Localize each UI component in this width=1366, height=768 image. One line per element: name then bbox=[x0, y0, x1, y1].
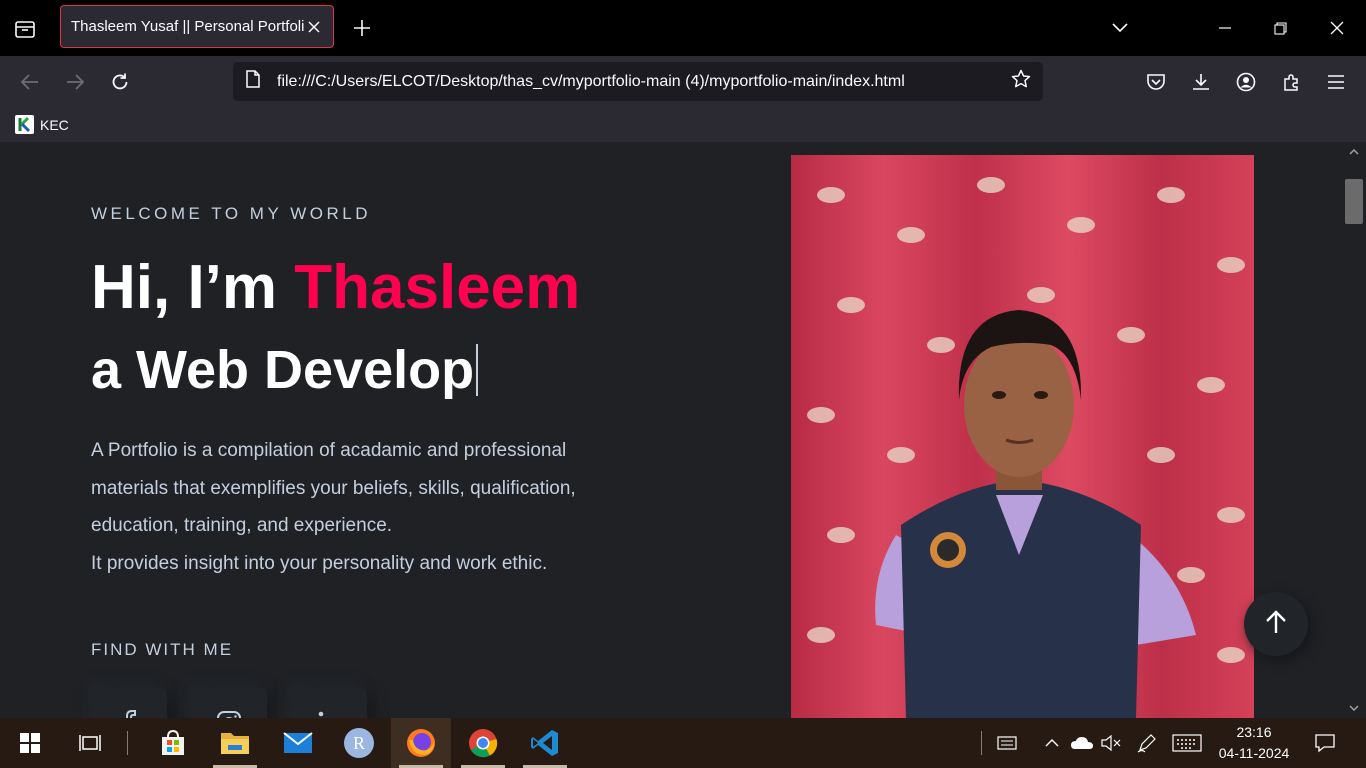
file-icon bbox=[245, 70, 261, 93]
account-icon[interactable] bbox=[1233, 69, 1259, 95]
clock-date: 04-11-2024 bbox=[1218, 745, 1290, 761]
arrow-up-icon bbox=[1263, 609, 1289, 640]
close-icon[interactable] bbox=[305, 18, 323, 36]
plus-icon[interactable] bbox=[350, 16, 374, 40]
taskbar-divider bbox=[981, 731, 982, 755]
bookmarks-toolbar: KEC bbox=[0, 108, 1366, 142]
hero-greeting: Hi, I’m bbox=[91, 253, 295, 322]
tab-bar: Thasleem Yusaf || Personal Portfolio bbox=[0, 0, 1366, 56]
close-icon[interactable] bbox=[1316, 0, 1358, 56]
welcome-heading: WELCOME TO MY WORLD bbox=[91, 204, 371, 223]
pen-icon[interactable] bbox=[1134, 718, 1160, 768]
windows-taskbar: R 23:16 04-11-2024 bbox=[0, 718, 1366, 768]
facebook-link[interactable] bbox=[91, 688, 167, 718]
profile-photo bbox=[791, 155, 1254, 718]
notification-icon[interactable] bbox=[1310, 718, 1340, 768]
r-app-icon[interactable]: R bbox=[329, 718, 389, 768]
url-text[interactable]: file:///C:/Users/ELCOT/Desktop/thas_cv/m… bbox=[277, 73, 1011, 91]
speaker-muted-icon[interactable] bbox=[1100, 718, 1124, 768]
description-paragraph: A Portfolio is a compilation of acadamic… bbox=[91, 440, 576, 536]
chevron-down-icon[interactable] bbox=[1104, 0, 1136, 56]
hero-title: Hi, I’m Thasleem bbox=[91, 252, 580, 323]
list-all-tabs-icon[interactable] bbox=[10, 14, 40, 44]
typed-text: a Web Develop bbox=[91, 340, 475, 400]
hero-description: A Portfolio is a compilation of acadamic… bbox=[91, 432, 631, 582]
windows-start-icon[interactable] bbox=[0, 718, 60, 768]
tab-title: Thasleem Yusaf || Personal Portfolio bbox=[71, 18, 305, 35]
linkedin-icon bbox=[317, 710, 341, 718]
bookmark-item[interactable]: KEC bbox=[15, 115, 69, 134]
star-icon[interactable] bbox=[1011, 69, 1031, 94]
extensions-icon[interactable] bbox=[1279, 69, 1305, 95]
chrome-icon[interactable] bbox=[453, 718, 513, 768]
vscode-icon[interactable] bbox=[515, 718, 575, 768]
typed-text-line: a Web Develop bbox=[91, 339, 479, 401]
linkedin-link[interactable] bbox=[291, 688, 367, 718]
back-arrow-icon[interactable] bbox=[17, 69, 43, 95]
facebook-icon bbox=[122, 710, 136, 718]
forward-arrow-icon[interactable] bbox=[62, 69, 88, 95]
scrollbar-thumb[interactable] bbox=[1345, 179, 1363, 224]
reload-icon[interactable] bbox=[107, 69, 133, 95]
chevron-up-icon[interactable] bbox=[1040, 718, 1064, 768]
restore-icon[interactable] bbox=[1260, 0, 1300, 56]
hamburger-menu-icon[interactable] bbox=[1323, 69, 1349, 95]
description-paragraph: It provides insight into your personalit… bbox=[91, 552, 548, 574]
active-tab[interactable]: Thasleem Yusaf || Personal Portfolio bbox=[60, 5, 334, 48]
onedrive-icon[interactable] bbox=[1068, 718, 1096, 768]
instagram-link[interactable] bbox=[191, 688, 267, 718]
clock-time: 23:16 bbox=[1236, 724, 1272, 740]
kec-favicon-icon bbox=[15, 115, 34, 134]
portfolio-page: WELCOME TO MY WORLD Hi, I’m Thasleem a W… bbox=[0, 142, 1342, 718]
svg-text:R: R bbox=[353, 733, 365, 753]
navigation-toolbar: file:///C:/Users/ELCOT/Desktop/thas_cv/m… bbox=[0, 56, 1366, 108]
system-clock[interactable]: 23:16 04-11-2024 bbox=[1206, 722, 1302, 764]
scroll-down-arrow-icon[interactable] bbox=[1342, 698, 1366, 718]
instagram-icon bbox=[216, 710, 242, 718]
touch-keyboard-icon[interactable] bbox=[1170, 718, 1204, 768]
scroll-up-arrow-icon[interactable] bbox=[1342, 142, 1366, 162]
mail-icon[interactable] bbox=[268, 718, 328, 768]
download-icon[interactable] bbox=[1188, 69, 1214, 95]
pocket-icon[interactable] bbox=[1143, 69, 1169, 95]
taskbar-divider bbox=[127, 731, 128, 755]
keyboard-icon[interactable] bbox=[993, 718, 1021, 768]
scroll-to-top-button[interactable] bbox=[1244, 592, 1308, 656]
microsoft-store-icon[interactable] bbox=[143, 718, 203, 768]
bookmark-label: KEC bbox=[40, 116, 69, 133]
find-with-me-heading: FIND WITH ME bbox=[91, 640, 234, 659]
typing-caret bbox=[476, 344, 479, 396]
firefox-icon[interactable] bbox=[391, 718, 451, 768]
hero-name: Thasleem bbox=[294, 253, 581, 322]
minimize-icon[interactable] bbox=[1205, 0, 1245, 56]
page-scrollbar[interactable] bbox=[1342, 142, 1366, 718]
url-bar[interactable]: file:///C:/Users/ELCOT/Desktop/thas_cv/m… bbox=[233, 62, 1043, 101]
file-explorer-icon[interactable] bbox=[205, 718, 265, 768]
task-view-icon[interactable] bbox=[60, 718, 120, 768]
